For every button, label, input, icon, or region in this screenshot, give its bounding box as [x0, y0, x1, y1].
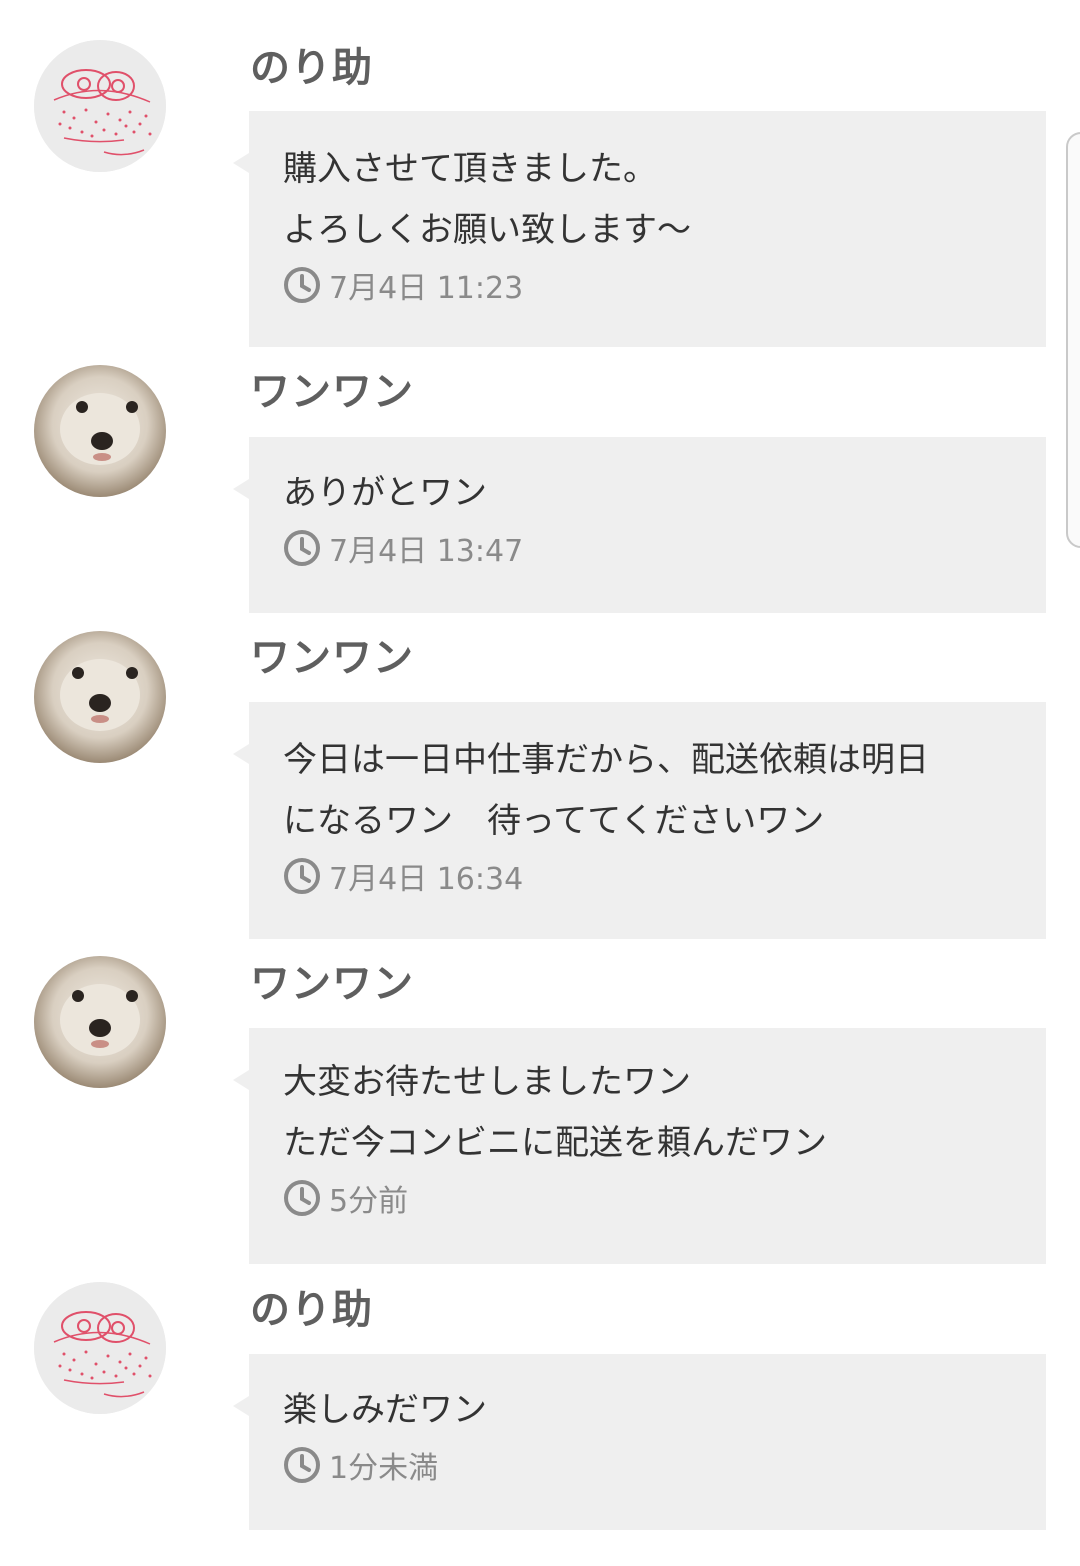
timestamp: 5分前 — [329, 1184, 409, 1219]
dog-photo-avatar — [34, 365, 166, 497]
clock-icon — [283, 1446, 321, 1484]
timestamp-row: 7月4日 11:23 — [283, 263, 1026, 307]
sender-name: ワンワン — [250, 961, 414, 1007]
message-text: 今日は一日中仕事だから、配送依頼は明日 になるワン 待っててくださいワン — [283, 740, 929, 841]
sender-name: ワンワン — [250, 635, 414, 681]
message-text: 楽しみだワン — [283, 1390, 487, 1430]
timestamp: 7月4日 11:23 — [329, 271, 524, 306]
message-thread: のり助 購入させて頂きました。 よろしくお願い致します〜 7月4日 11:23 — [0, 0, 1080, 1566]
message-bubble[interactable]: 楽しみだワン 1分未満 — [233, 1354, 1046, 1530]
dog-photo-avatar — [34, 956, 166, 1088]
avatar[interactable] — [34, 365, 166, 497]
drawn-face-avatar — [34, 1282, 166, 1414]
avatar[interactable] — [34, 40, 166, 172]
message-bubble[interactable]: 今日は一日中仕事だから、配送依頼は明日 になるワン 待っててくださいワン 7月4… — [233, 702, 1046, 939]
dog-photo-avatar — [34, 631, 166, 763]
timestamp: 7月4日 13:47 — [329, 534, 524, 569]
clock-icon — [283, 529, 321, 567]
timestamp: 1分未満 — [329, 1451, 439, 1486]
avatar[interactable] — [34, 631, 166, 763]
clock-icon — [283, 1179, 321, 1217]
timestamp: 7月4日 16:34 — [329, 862, 524, 897]
avatar[interactable] — [34, 1282, 166, 1414]
sender-name: のり助 — [250, 1287, 373, 1333]
clock-icon — [283, 266, 321, 304]
clock-icon — [283, 857, 321, 895]
timestamp-row: 7月4日 16:34 — [283, 854, 1026, 898]
message-text: 大変お待たせしましたワン ただ今コンビニに配送を頼んだワン — [283, 1062, 827, 1163]
message-text: 購入させて頂きました。 よろしくお願い致します〜 — [283, 149, 691, 250]
timestamp-row: 5分前 — [283, 1176, 1026, 1220]
drawn-face-avatar — [34, 40, 166, 172]
sender-name: のり助 — [250, 45, 373, 91]
timestamp-row: 1分未満 — [283, 1443, 1026, 1487]
sender-name: ワンワン — [250, 369, 414, 415]
message-bubble[interactable]: 大変お待たせしましたワン ただ今コンビニに配送を頼んだワン 5分前 — [233, 1028, 1046, 1264]
edge-handle[interactable] — [1066, 132, 1080, 548]
message-text: ありがとワン — [283, 473, 487, 513]
message-bubble[interactable]: ありがとワン 7月4日 13:47 — [233, 437, 1046, 613]
message-bubble[interactable]: 購入させて頂きました。 よろしくお願い致します〜 7月4日 11:23 — [233, 111, 1046, 347]
avatar[interactable] — [34, 956, 166, 1088]
timestamp-row: 7月4日 13:47 — [283, 526, 1026, 570]
